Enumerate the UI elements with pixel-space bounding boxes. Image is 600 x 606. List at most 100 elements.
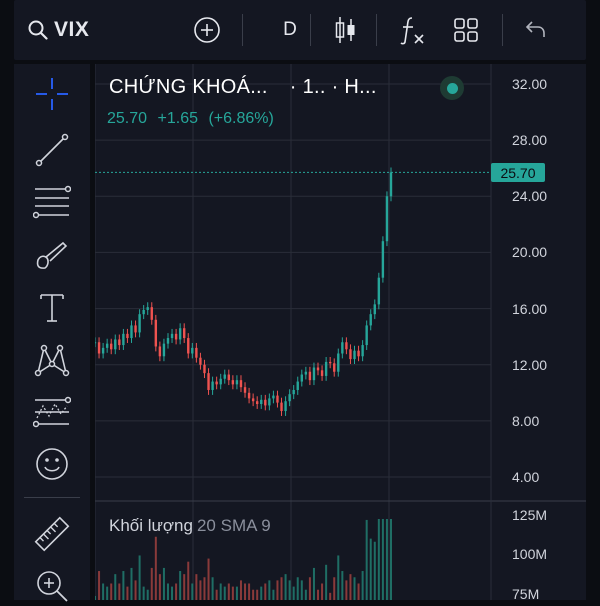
candle-body [308,371,312,381]
volume-bar [321,583,324,600]
emoji-tool[interactable] [32,444,72,484]
volume-title: Khối lượng [109,516,193,535]
volume-bar [353,577,356,600]
volume-bar [166,583,169,600]
candle-body [118,339,121,346]
symbol-search-button[interactable]: VIX [28,0,89,60]
volume-bar [357,583,360,600]
volume-bar [158,574,161,600]
interval-button[interactable]: D [276,0,304,60]
zoom-in-icon [37,571,68,602]
volume-bar [365,519,368,600]
candle-body [365,325,368,346]
candle-body [357,350,360,357]
market-status-indicator[interactable] [440,76,464,100]
compare-button[interactable] [192,0,222,60]
volume-bar [390,519,392,600]
ruler-tool[interactable] [32,514,72,554]
chart-type-button[interactable] [332,0,360,60]
prediction-icon [33,396,71,428]
add-icon [194,17,220,43]
change-value: +1.65 [157,110,198,127]
volume-bar [264,583,267,600]
trendline-icon [35,133,69,167]
volume-bar [98,571,101,600]
zoom-in-tool[interactable] [32,566,72,606]
candle-body [138,314,141,333]
layouts-icon [454,18,478,42]
volume-bar [215,589,218,600]
candle-body [235,380,239,385]
chart-pane[interactable]: CHỨNG KHOÁ... · 1.. · H... 25.70 +1.65 (+… [95,64,586,602]
volume-bar [284,574,287,600]
last-price-value: 25.70 [107,110,148,127]
candle-body [328,361,332,364]
pattern-tool[interactable] [32,340,72,380]
crosshair-icon [36,78,68,110]
layouts-button[interactable] [452,0,480,60]
indicators-button[interactable] [398,0,426,60]
emoji-icon [36,448,68,480]
volume-bar [154,536,157,600]
volume-bar [150,567,153,600]
volume-bar [102,583,105,600]
volume-bar [317,589,320,600]
candle-body [219,378,222,385]
price-axis-label: 28.00 [512,132,548,148]
volume-bar [191,583,194,600]
volume-bar [288,580,291,600]
price-legend: 25.70 +1.65 (+6.86%) [107,110,280,128]
volume-bar [349,574,352,600]
price-axis-label: 12.00 [512,357,548,373]
symbol-title[interactable]: CHỨNG KHOÁ... · 1.. · H... [109,76,377,99]
crosshair-tool[interactable] [32,74,72,114]
volume-bar [329,592,332,600]
volume-bar [171,586,174,600]
prediction-tool[interactable] [32,392,72,432]
price-axis-label: 16.00 [512,301,548,317]
candle-body [114,339,117,350]
volume-bar [122,571,125,600]
candle-body [239,380,243,388]
undo-icon [525,21,545,37]
undo-button[interactable] [522,0,548,60]
toolbar-divider [502,14,503,46]
candle-body [183,328,186,339]
candle-body [349,349,352,360]
candle-body [105,343,109,348]
trendline-tool[interactable] [32,130,72,170]
volume-legend[interactable]: Khối lượng 20 SMA 9 [109,516,271,536]
volume-bar [142,586,145,600]
price-axis-label: 20.00 [512,244,548,260]
volume-bar [95,595,96,600]
text-tool[interactable] [32,288,72,328]
volume-bar [333,577,336,600]
symbol-label: VIX [54,18,90,41]
candle-body [251,398,255,402]
volume-bar [219,583,222,600]
volume-bar [235,586,238,600]
volume-bar [239,580,242,600]
volume-bar [183,574,186,600]
fib-tool[interactable] [32,182,72,222]
candle-body [154,319,158,347]
volume-bar [244,583,247,600]
toolbar-divider [310,14,311,46]
search-icon [28,20,48,40]
volume-bar [146,589,149,600]
candle-body [268,398,271,406]
brush-tool[interactable] [32,236,72,276]
volume-bar [195,574,198,600]
candle-body [361,345,364,357]
candle-body [97,342,101,354]
candle-body [369,314,372,326]
price-axis-label: 4.00 [512,469,540,485]
candle-body [389,172,393,197]
price-axis-label: 24.00 [512,188,548,204]
candle-body [207,373,210,390]
candle-body [276,395,279,403]
candle-body [95,342,97,344]
price-axis-label: 32.00 [512,76,548,92]
volume-bar [345,580,348,600]
candle-body [272,395,275,399]
